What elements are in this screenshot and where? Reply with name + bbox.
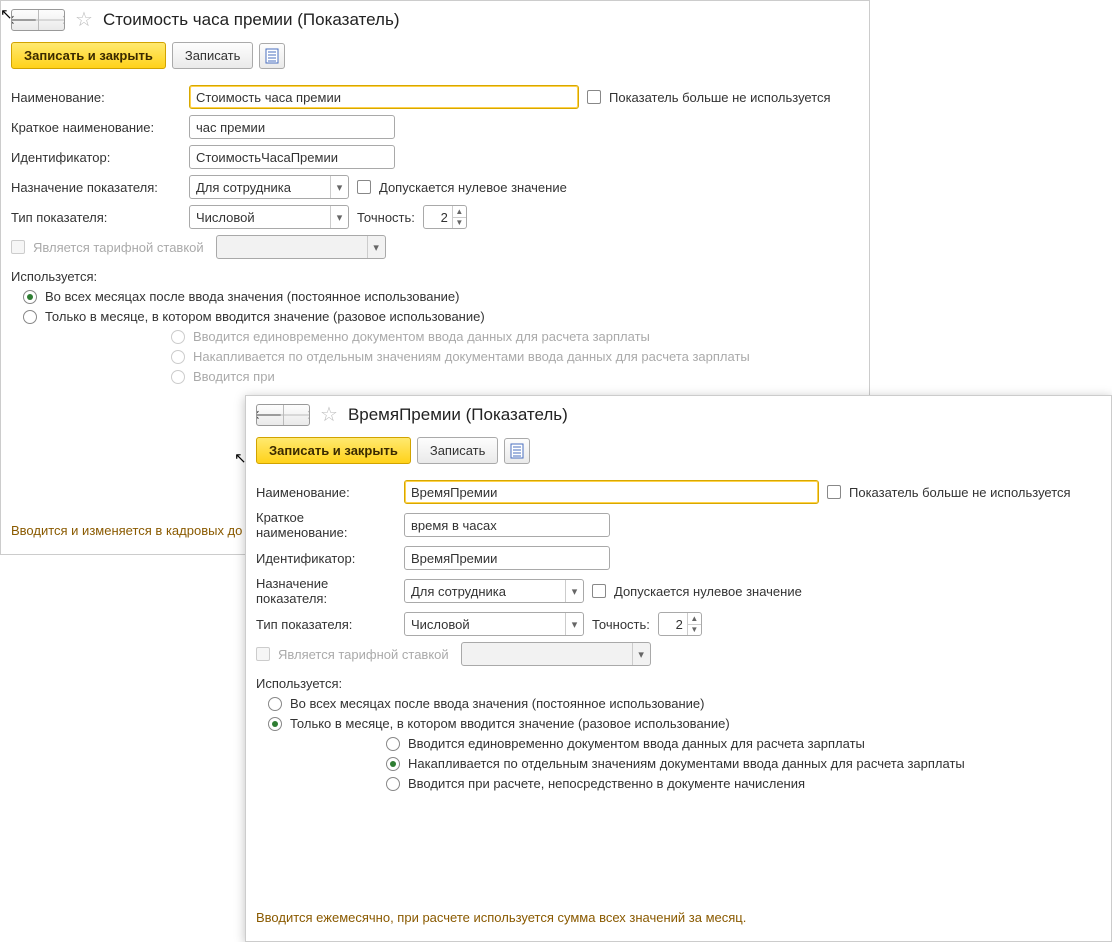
toolbar: Записать и закрыть Записать [1, 38, 869, 79]
chevron-down-icon: ▾ [565, 613, 583, 635]
purpose-label: Назначение показателя: [256, 576, 396, 606]
spin-down-icon[interactable]: ▼ [688, 624, 701, 636]
identifier-label: Идентификатор: [11, 150, 181, 165]
name-input[interactable] [404, 480, 819, 504]
not-used-label: Показатель больше не используется [609, 90, 831, 105]
short-name-label: Краткое наименование: [256, 510, 396, 540]
save-button[interactable]: Записать [417, 437, 499, 464]
identifier-input[interactable] [189, 145, 395, 169]
purpose-select[interactable]: Для сотрудника ▾ [189, 175, 349, 199]
save-and-close-button[interactable]: Записать и закрыть [11, 42, 166, 69]
short-name-input[interactable] [189, 115, 395, 139]
name-input[interactable] [189, 85, 579, 109]
used-section-label: Используется: [256, 676, 1101, 691]
chevron-down-icon: ▾ [565, 580, 583, 602]
spin-up-icon[interactable]: ▲ [453, 206, 466, 217]
type-label: Тип показателя: [11, 210, 181, 225]
cursor-icon: ↖ [0, 5, 13, 23]
used-section-label: Используется: [11, 269, 859, 284]
is-rate-checkbox [256, 647, 270, 661]
window-time-premium: 🡐 🡒 ☆ ВремяПремии (Показатель) Записать … [245, 395, 1112, 942]
toolbar: Записать и закрыть Записать [246, 433, 1111, 474]
usage-option-once[interactable]: Только в месяце, в котором вводится знач… [268, 716, 1101, 731]
usage-sub-3: Вводится при [171, 369, 859, 384]
is-rate-checkbox [11, 240, 25, 254]
precision-spinner[interactable]: 2 ▲▼ [658, 612, 702, 636]
is-rate-label: Является тарифной ставкой [33, 240, 204, 255]
usage-option-permanent[interactable]: Во всех месяцах после ввода значения (по… [268, 696, 1101, 711]
precision-label: Точность: [357, 210, 415, 225]
forward-button[interactable]: 🡒 [283, 405, 309, 425]
report-icon-button[interactable] [259, 43, 285, 69]
type-select[interactable]: Числовой ▾ [189, 205, 349, 229]
page-title: Стоимость часа премии (Показатель) [103, 10, 400, 30]
precision-label: Точность: [592, 617, 650, 632]
name-label: Наименование: [256, 485, 396, 500]
usage-sub-2[interactable]: Накапливается по отдельным значениям док… [386, 756, 1101, 771]
usage-sub-2: Накапливается по отдельным значениям док… [171, 349, 859, 364]
chevron-down-icon: ▾ [367, 236, 385, 258]
type-label: Тип показателя: [256, 617, 396, 632]
header: 🡐 🡒 ☆ ВремяПремии (Показатель) [246, 396, 1111, 433]
star-icon[interactable]: ☆ [75, 7, 93, 32]
bottom-note: Вводится ежемесячно, при расчете использ… [256, 910, 746, 925]
spin-up-icon[interactable]: ▲ [688, 613, 701, 624]
usage-option-permanent[interactable]: Во всех месяцах после ввода значения (по… [23, 289, 859, 304]
not-used-checkbox[interactable] [587, 90, 601, 104]
usage-sub-1: Вводится единовременно документом ввода … [171, 329, 859, 344]
usage-option-once[interactable]: Только в месяце, в котором вводится знач… [23, 309, 859, 324]
nav-buttons: 🡐 🡒 [256, 404, 310, 426]
cursor-icon: ↖ [234, 449, 247, 467]
chevron-down-icon: ▾ [330, 206, 348, 228]
nav-buttons: 🡐 🡒 [11, 9, 65, 31]
chevron-down-icon: ▾ [632, 643, 650, 665]
identifier-label: Идентификатор: [256, 551, 396, 566]
name-label: Наименование: [11, 90, 181, 105]
page-title: ВремяПремии (Показатель) [348, 405, 568, 425]
usage-sub-1[interactable]: Вводится единовременно документом ввода … [386, 736, 1101, 751]
rate-select: ▾ [216, 235, 386, 259]
short-name-label: Краткое наименование: [11, 120, 181, 135]
chevron-down-icon: ▾ [330, 176, 348, 198]
purpose-label: Назначение показателя: [11, 180, 181, 195]
header: 🡐 🡒 ☆ Стоимость часа премии (Показатель) [1, 1, 869, 38]
not-used-label: Показатель больше не используется [849, 485, 1071, 500]
save-and-close-button[interactable]: Записать и закрыть [256, 437, 411, 464]
rate-select: ▾ [461, 642, 651, 666]
allow-zero-label: Допускается нулевое значение [614, 584, 802, 599]
save-button[interactable]: Записать [172, 42, 254, 69]
usage-sub-3[interactable]: Вводится при расчете, непосредственно в … [386, 776, 1101, 791]
allow-zero-label: Допускается нулевое значение [379, 180, 567, 195]
allow-zero-checkbox[interactable] [357, 180, 371, 194]
forward-button[interactable]: 🡒 [38, 10, 64, 30]
type-select[interactable]: Числовой ▾ [404, 612, 584, 636]
star-icon[interactable]: ☆ [320, 402, 338, 427]
identifier-input[interactable] [404, 546, 610, 570]
form-body: Наименование: Показатель больше не испол… [1, 85, 869, 399]
report-icon-button[interactable] [504, 438, 530, 464]
bottom-note: Вводится и изменяется в кадровых до [11, 523, 242, 538]
short-name-input[interactable] [404, 513, 610, 537]
purpose-select[interactable]: Для сотрудника ▾ [404, 579, 584, 603]
form-body: Наименование: Показатель больше не испол… [246, 480, 1111, 806]
is-rate-label: Является тарифной ставкой [278, 647, 449, 662]
precision-spinner[interactable]: 2 ▲▼ [423, 205, 467, 229]
spin-down-icon[interactable]: ▼ [453, 217, 466, 229]
not-used-checkbox[interactable] [827, 485, 841, 499]
allow-zero-checkbox[interactable] [592, 584, 606, 598]
